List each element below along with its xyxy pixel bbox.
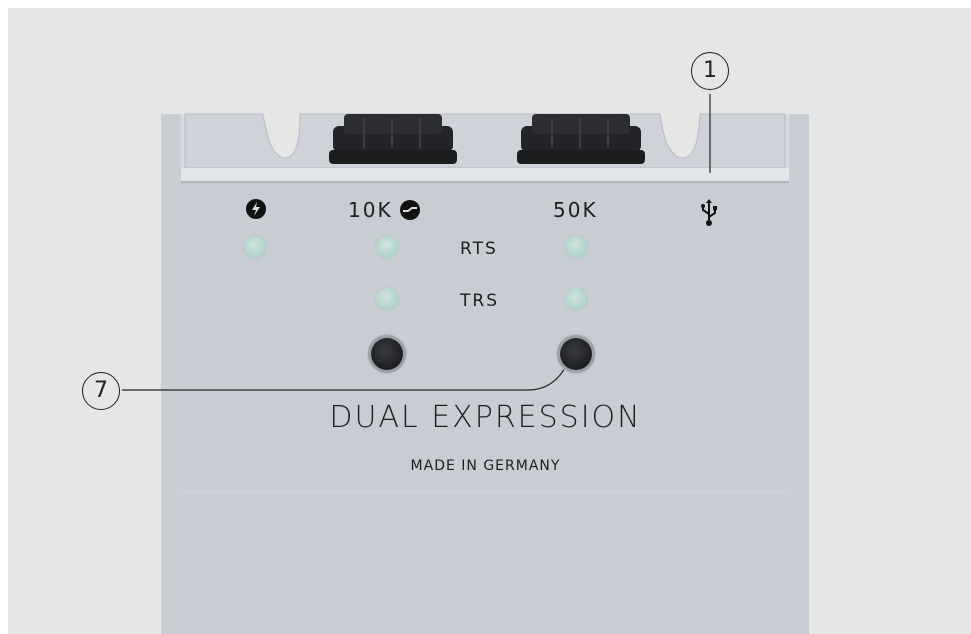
label-rts: RTS: [460, 239, 498, 259]
led-10k-rts: [376, 236, 398, 258]
top-lip: [181, 168, 789, 182]
power-lightning-icon: [246, 199, 266, 219]
product-name: DUAL EXPRESSION: [329, 400, 642, 435]
usb-icon: [698, 198, 720, 228]
jack-10k: [329, 114, 457, 164]
callout-1: 1: [691, 52, 729, 90]
product-illustration: 1 7 10K 50K RTS TRS DUAL EXPRESSION MADE…: [8, 8, 971, 634]
button-50k-polarity[interactable]: [560, 338, 592, 370]
label-trs: TRS: [460, 291, 499, 311]
led-50k-rts: [565, 236, 587, 258]
curve-polarity-icon: [400, 200, 420, 220]
power-led: [244, 236, 266, 258]
enclosure-outline: [122, 94, 789, 634]
led-50k-trs: [565, 288, 587, 310]
made-in-label: MADE IN GERMANY: [410, 458, 561, 474]
label-50k: 50K: [553, 198, 598, 222]
callout-7: 7: [82, 372, 120, 410]
label-10k: 10K: [348, 198, 393, 222]
back-plate: [184, 113, 786, 169]
led-10k-trs: [376, 288, 398, 310]
jack-50k: [517, 114, 645, 164]
button-10k-polarity[interactable]: [371, 338, 403, 370]
